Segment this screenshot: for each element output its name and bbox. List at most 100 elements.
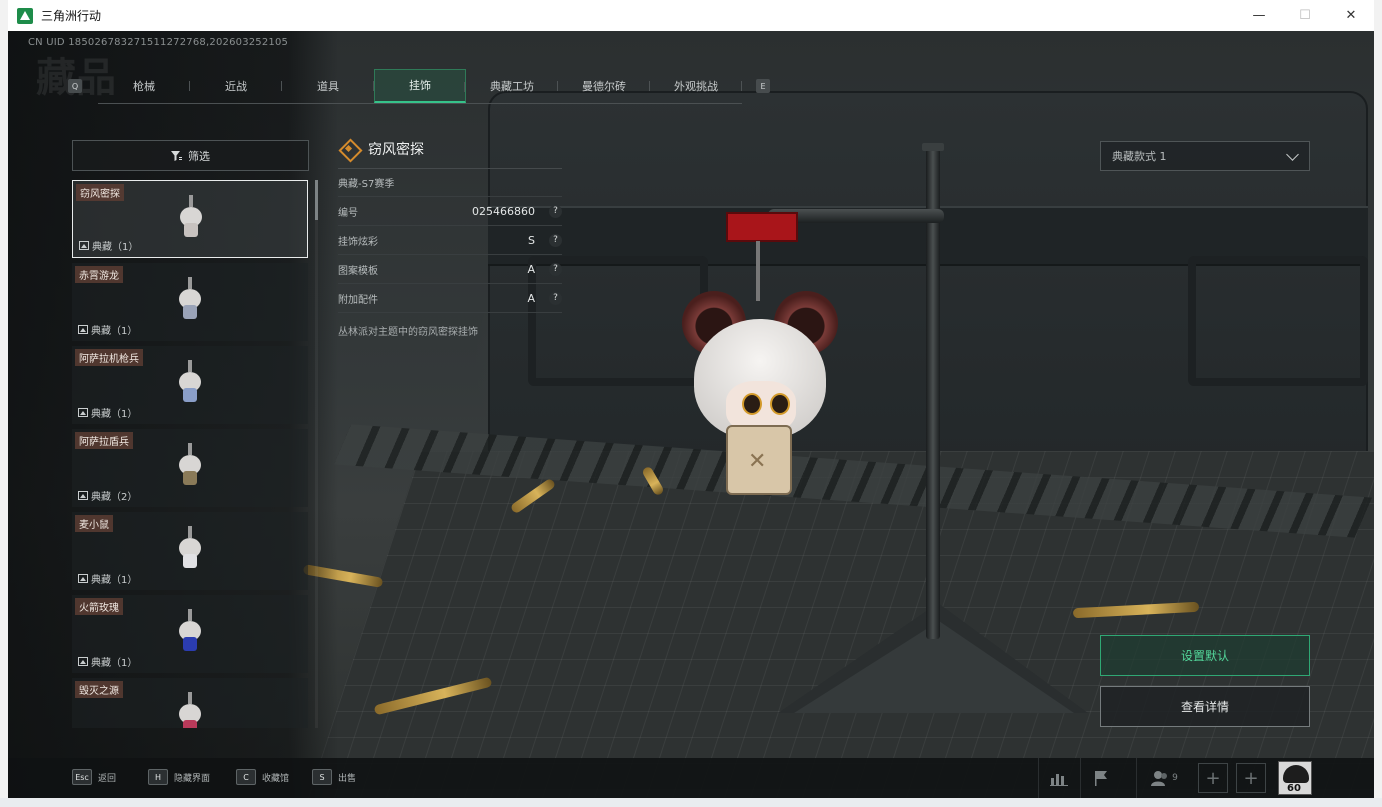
attribute-label: 附加配件 — [338, 294, 378, 306]
attribute-label: 图案模板 — [338, 265, 378, 277]
hotkey-label: 隐藏界面 — [174, 773, 211, 784]
help-icon[interactable]: ? — [549, 233, 562, 247]
hotkey-hint[interactable]: S 出售 — [312, 769, 356, 785]
set-default-button[interactable]: 设置默认 — [1100, 635, 1310, 676]
list-scroll-track[interactable] — [315, 180, 318, 728]
charm-item-count: 典藏（1） — [78, 322, 137, 337]
hotkey-key: S — [312, 769, 332, 785]
attribute-label: 挂饰炫彩 — [338, 236, 378, 248]
collection-scene: 藏品 CN UID 1850267832715112727​68,2026032… — [8, 31, 1374, 798]
image-icon — [78, 408, 88, 417]
detail-attribute-row: 编号 025466860? — [338, 197, 562, 226]
image-icon — [78, 325, 88, 334]
tab-0[interactable]: 枪械 — [98, 69, 190, 103]
charm-item-name: 阿萨拉盾兵 — [75, 432, 133, 449]
charm-item-count: 典藏（1） — [79, 238, 138, 253]
help-icon[interactable]: ? — [549, 204, 562, 218]
charm-item-name: 麦小鼠 — [75, 515, 113, 532]
close-button[interactable]: ✕ — [1328, 0, 1374, 31]
charm-3d-model[interactable] — [680, 241, 840, 511]
hotkey-key: Esc — [72, 769, 92, 785]
hotkey-hint[interactable]: Esc 返回 — [72, 769, 116, 785]
hotkey-label: 出售 — [338, 773, 357, 784]
friends-icon — [1151, 771, 1168, 786]
charm-item-count: 典藏（2） — [78, 488, 137, 503]
charm-list-item[interactable]: 毁灭之源 — [72, 678, 308, 728]
collection-diamond-icon — [338, 138, 360, 160]
charm-chain — [756, 241, 760, 301]
list-scrollbar-thumb[interactable] — [315, 180, 318, 220]
tab-4[interactable]: 典藏工坊 — [466, 69, 558, 103]
add-teammate-button[interactable]: + — [1236, 763, 1266, 793]
detail-panel: 窃风密探 典藏-S7赛季 编号 025466860? 挂饰炫彩 S? 图案模板 A? 附加配… — [338, 129, 562, 338]
filter-button[interactable]: 筛选 — [72, 140, 309, 171]
charm-list-item[interactable]: 阿萨拉盾兵典藏（2） — [72, 429, 308, 507]
hotkey-key: H — [148, 769, 168, 785]
stand-clamp — [726, 212, 798, 242]
bottom-bar: Esc 返回 H 隐藏界面 C 收藏馆 S 出售 9 + + 60 — [8, 758, 1374, 798]
charm-thumbnail — [175, 277, 205, 323]
minimize-button[interactable]: — — [1236, 0, 1282, 31]
style-select-value: 典藏款式 1 — [1112, 150, 1167, 163]
window-title: 三角洲行动 — [41, 9, 102, 23]
charm-item-count: 典藏（1） — [78, 571, 137, 586]
next-tab-key[interactable]: E — [756, 79, 770, 93]
charm-item-name: 火箭玫瑰 — [75, 598, 123, 615]
detail-description: 丛林派对主题中的窃风密探挂饰 — [338, 327, 478, 338]
charm-thumbnail — [175, 443, 205, 489]
attribute-value: S — [528, 233, 535, 247]
tab-row: 枪械 近战 道具 挂饰 典藏工坊 曼德尔砖 外观挑战 — [98, 68, 742, 104]
attribute-value: A — [527, 291, 535, 305]
charm-item-count-text: 典藏（1） — [91, 326, 138, 337]
charm-list-item[interactable]: 阿萨拉机枪兵 典藏（1） — [72, 346, 308, 424]
hotkey-key: C — [236, 769, 256, 785]
player-avatar[interactable]: 60 — [1278, 761, 1312, 795]
player-level: 60 — [1287, 783, 1301, 794]
flag-icon[interactable] — [1080, 758, 1120, 798]
maximize-button[interactable]: ☐ — [1282, 0, 1328, 31]
detail-season: 典藏-S7赛季 — [338, 169, 562, 197]
charm-thumbnail — [175, 609, 205, 655]
detail-title: 窃风密探 — [368, 141, 424, 158]
charm-item-count: 典藏（1） — [78, 405, 137, 420]
charm-item-count: 典藏（1） — [78, 654, 137, 669]
friends-button[interactable]: 9 — [1136, 758, 1192, 798]
charm-item-count-text: 典藏（2） — [91, 492, 138, 503]
image-icon — [79, 241, 89, 250]
image-icon — [78, 491, 88, 500]
charm-item-name: 阿萨拉机枪兵 — [75, 349, 143, 366]
view-detail-button[interactable]: 查看详情 — [1100, 686, 1310, 727]
add-teammate-button[interactable]: + — [1198, 763, 1228, 793]
charm-list-item[interactable]: 麦小鼠典藏（1） — [72, 512, 308, 590]
charm-thumbnail — [175, 526, 205, 572]
stats-icon[interactable] — [1038, 758, 1078, 798]
app-logo-icon — [17, 7, 33, 24]
help-icon[interactable]: ? — [549, 262, 562, 276]
charm-list-item[interactable]: 窃风密探典藏（1） — [72, 180, 308, 258]
charm-item-name: 窃风密探 — [76, 184, 124, 201]
prev-tab-key[interactable]: Q — [68, 79, 82, 93]
tab-6[interactable]: 外观挑战 — [650, 69, 742, 103]
tab-3[interactable]: 挂饰 — [374, 68, 466, 103]
attribute-value: 025466860 — [472, 204, 535, 218]
charm-list-item[interactable]: 赤霄游龙典藏（1） — [72, 263, 308, 341]
user-uid: CN UID 1850267832715112727​68,2026032521… — [28, 37, 289, 48]
charm-item-name: 赤霄游龙 — [75, 266, 123, 283]
charm-list-item[interactable]: 火箭玫瑰典藏（1） — [72, 595, 308, 673]
charm-item-count-text: 典藏（1） — [92, 242, 139, 253]
hotkey-hint[interactable]: C 收藏馆 — [236, 769, 289, 785]
case-slot — [1188, 256, 1368, 386]
detail-attribute-row: 挂饰炫彩 S? — [338, 226, 562, 255]
image-icon — [78, 574, 88, 583]
tab-2[interactable]: 道具 — [282, 69, 374, 103]
style-select[interactable]: 典藏款式 1 — [1100, 141, 1310, 171]
tab-5[interactable]: 曼德尔砖 — [558, 69, 650, 103]
filter-icon — [171, 150, 182, 161]
help-icon[interactable]: ? — [549, 291, 562, 305]
tab-1[interactable]: 近战 — [190, 69, 282, 103]
hotkey-label: 收藏馆 — [262, 773, 290, 784]
filter-label: 筛选 — [188, 149, 210, 163]
charm-item-name: 毁灭之源 — [75, 681, 123, 698]
hotkey-hint[interactable]: H 隐藏界面 — [148, 769, 210, 785]
desktop-right-edge — [1374, 0, 1382, 798]
